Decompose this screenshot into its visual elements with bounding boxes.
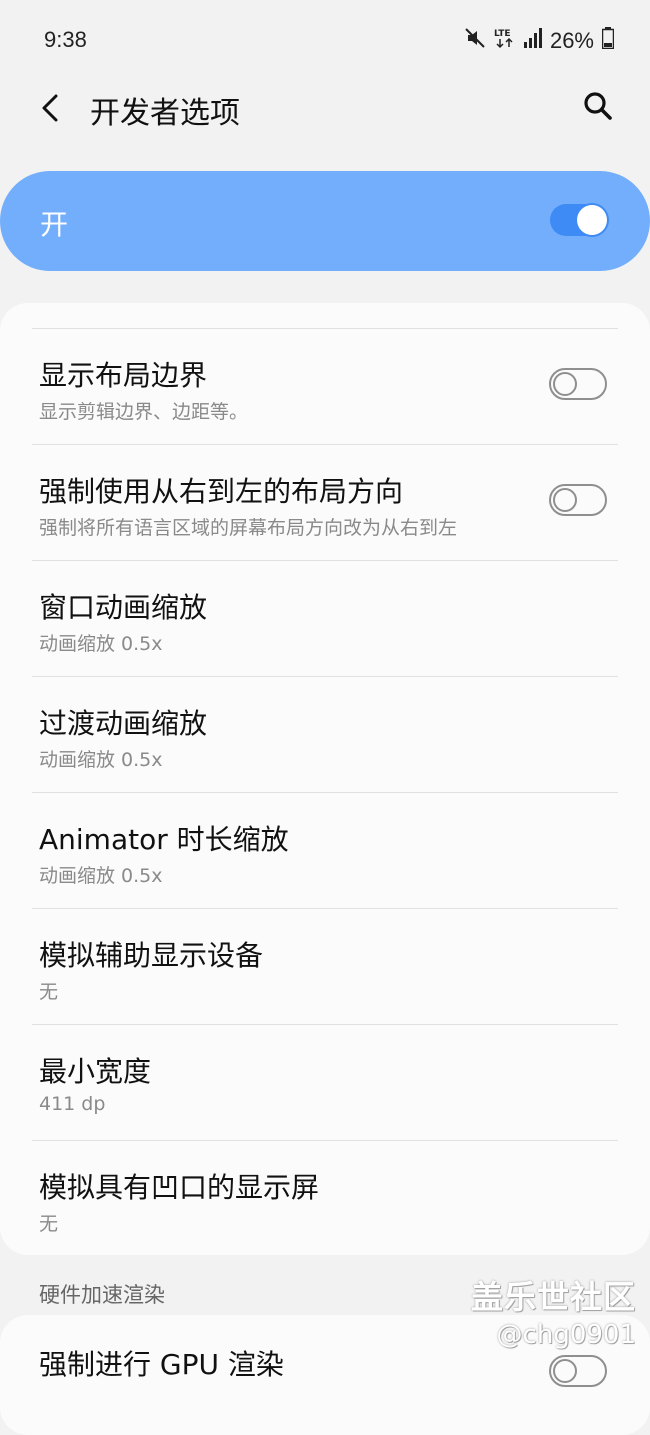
setting-title: 过渡动画缩放: [39, 707, 208, 740]
status-bar: 9:38 LTE 26%: [0, 0, 650, 80]
signal-icon: [523, 28, 542, 54]
setting-subtitle: 动画缩放 0.5x: [39, 865, 163, 887]
page-title: 开发者选项: [90, 96, 240, 131]
status-time: 9:38: [44, 27, 87, 52]
setting-title: 强制使用从右到左的布局方向: [39, 475, 404, 508]
setting-subtitle: 411 dp: [39, 1093, 106, 1115]
back-button[interactable]: [30, 86, 70, 134]
setting-force-rtl[interactable]: 强制使用从右到左的布局方向 强制将所有语言区域的屏幕布局方向改为从右到左: [0, 444, 650, 560]
watermark-user: @chg0901: [496, 1320, 636, 1350]
setting-subtitle: 显示剪辑边界、边距等。: [39, 401, 249, 423]
setting-title: 最小宽度: [39, 1055, 152, 1088]
lte-icon: LTE: [494, 26, 516, 56]
setting-animator-duration-scale[interactable]: Animator 时长缩放 动画缩放 0.5x: [0, 792, 650, 908]
setting-subtitle: 无: [39, 1213, 59, 1235]
setting-title: 模拟具有凹口的显示屏: [39, 1171, 320, 1204]
divider: [32, 792, 618, 793]
setting-title: 强制进行 GPU 渲染: [39, 1348, 284, 1381]
setting-title: 模拟辅助显示设备: [39, 939, 264, 972]
battery-percent: 26%: [549, 28, 594, 53]
divider: [32, 908, 618, 909]
divider: [32, 444, 618, 445]
watermark-title: 盖乐世社区: [470, 1278, 636, 1316]
app-bar: 开发者选项: [0, 80, 650, 140]
toggle-knob: [553, 372, 577, 396]
setting-transition-animation-scale[interactable]: 过渡动画缩放 动画缩放 0.5x: [0, 676, 650, 792]
divider: [32, 328, 618, 329]
toggle-knob: [577, 205, 607, 235]
divider: [32, 676, 618, 677]
toggle-knob: [553, 488, 577, 512]
battery-icon: [601, 27, 615, 55]
setting-window-animation-scale[interactable]: 窗口动画缩放 动画缩放 0.5x: [0, 560, 650, 676]
settings-card: 显示布局边界 显示剪辑边界、边距等。 强制使用从右到左的布局方向 强制将所有语言…: [0, 303, 650, 1255]
toggle-knob: [553, 1359, 577, 1383]
mute-icon: [464, 27, 486, 55]
search-button[interactable]: [576, 86, 620, 130]
divider: [32, 1140, 618, 1141]
setting-title: 窗口动画缩放: [39, 591, 208, 624]
force-gpu-toggle[interactable]: [549, 1355, 607, 1387]
divider: [32, 1024, 618, 1025]
setting-subtitle: 动画缩放 0.5x: [39, 749, 163, 771]
search-icon: [583, 91, 613, 125]
setting-smallest-width[interactable]: 最小宽度 411 dp: [0, 1024, 650, 1140]
section-header-hardware: 硬件加速渲染: [39, 1283, 165, 1307]
setting-title: 显示布局边界: [39, 359, 208, 392]
setting-simulate-display-cutout[interactable]: 模拟具有凹口的显示屏 无: [0, 1140, 650, 1256]
setting-subtitle: 动画缩放 0.5x: [39, 633, 163, 655]
back-arrow-icon: [40, 93, 60, 127]
master-switch-label: 开: [40, 208, 69, 241]
setting-simulate-secondary-display[interactable]: 模拟辅助显示设备 无: [0, 908, 650, 1024]
setting-subtitle: 强制将所有语言区域的屏幕布局方向改为从右到左: [39, 517, 458, 539]
developer-options-master-switch[interactable]: 开: [0, 171, 650, 271]
show-layout-bounds-toggle[interactable]: [549, 368, 607, 400]
svg-text:LTE: LTE: [494, 29, 511, 39]
force-rtl-toggle[interactable]: [549, 484, 607, 516]
setting-title: Animator 时长缩放: [39, 823, 289, 856]
setting-show-layout-bounds[interactable]: 显示布局边界 显示剪辑边界、边距等。: [0, 328, 650, 444]
divider: [32, 560, 618, 561]
setting-subtitle: 无: [39, 981, 59, 1003]
status-icons: LTE 26%: [464, 26, 615, 56]
master-toggle[interactable]: [550, 204, 608, 236]
